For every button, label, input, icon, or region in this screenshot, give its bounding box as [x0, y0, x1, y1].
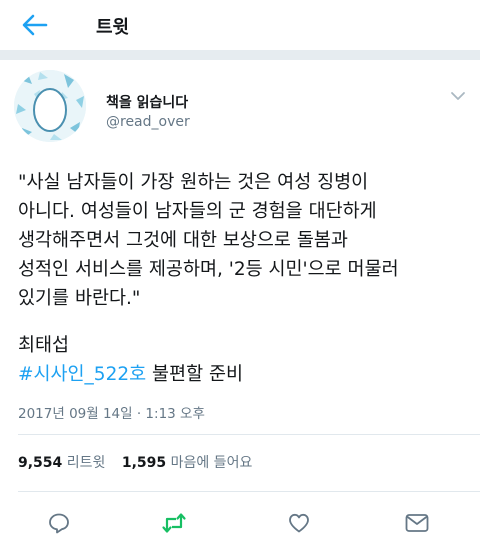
retweets-count: 9,554	[18, 455, 63, 471]
arrow-left-icon	[22, 14, 48, 36]
page-title: 트윗	[96, 17, 130, 38]
tweet-text-line: 성적인 서비스를 제공하며, '2등 시민'으로 머물러	[18, 259, 399, 280]
author-handle: @read_over	[106, 114, 190, 130]
tweet-text-line: 생각해주면서 그것에 대한 보상으로 돌봄과	[18, 230, 348, 251]
tweet-timestamp: 2017년 09월 14일 · 1:13 오후	[18, 406, 205, 422]
likes-stat[interactable]: 1,595 마음에 들어요	[122, 455, 252, 471]
reply-icon	[49, 513, 69, 534]
retweet-button[interactable]	[161, 510, 187, 536]
retweet-icon	[162, 513, 186, 533]
tweet-stats: 9,554 리트윗 1,595 마음에 들어요	[18, 452, 252, 472]
actions-divider	[18, 491, 480, 492]
message-button[interactable]	[404, 510, 430, 536]
tweet-menu-button[interactable]	[448, 88, 468, 104]
hashtag-line: #시사인_522호 불편할 준비	[18, 360, 243, 389]
message-icon	[405, 514, 429, 532]
tweet-text-line: "사실 남자들이 가장 원하는 것은 여성 징병이	[18, 172, 369, 193]
likes-label: 마음에 들어요	[170, 455, 253, 471]
retweets-label: 리트윗	[66, 455, 106, 471]
tweet-attribution: 최태섭	[18, 335, 70, 356]
like-button[interactable]	[286, 510, 312, 536]
hashtag-suffix: 불편할 준비	[146, 364, 244, 385]
hashtag-link[interactable]: #시사인_522호	[18, 364, 146, 385]
top-bar: 트윗	[0, 0, 480, 51]
section-divider	[0, 50, 480, 60]
stats-divider	[18, 434, 480, 435]
egg-avatar-icon[interactable]	[14, 70, 86, 142]
like-icon	[289, 513, 309, 533]
back-button[interactable]	[18, 8, 52, 42]
retweets-stat[interactable]: 9,554 리트윗	[18, 455, 117, 471]
tweet-text-line: 있기를 바란다."	[18, 288, 141, 309]
tweet-text: "사실 남자들이 가장 원하는 것은 여성 징병이 아니다. 여성들이 남자들의…	[18, 168, 468, 313]
author-display-name[interactable]: 책을 읽습니다	[106, 92, 188, 112]
chevron-down-icon	[451, 92, 465, 100]
tweet-text-line: 아니다. 여성들이 남자들의 군 경험을 대단하게	[18, 201, 377, 222]
reply-button[interactable]	[46, 510, 72, 536]
likes-count: 1,595	[121, 455, 167, 471]
